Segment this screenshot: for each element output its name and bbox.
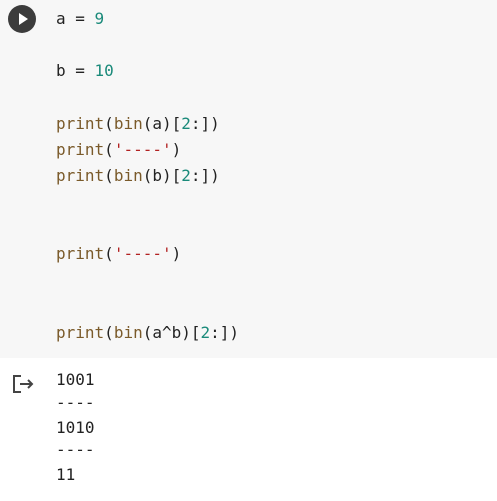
code-line: print('----') (56, 243, 181, 265)
code-token: :]) (190, 166, 220, 185)
output-line: ---- (56, 393, 95, 412)
code-token: ( (104, 323, 114, 342)
code-token: 10 (94, 61, 114, 80)
code-token: b = (56, 61, 95, 80)
code-line: b = 10 (56, 60, 114, 82)
code-token: 9 (94, 9, 105, 28)
code-token: bin (113, 323, 143, 342)
run-cell-button[interactable] (8, 5, 36, 33)
cell-output: 1001 ---- 1010 ---- 11 (0, 358, 497, 501)
code-token: print (56, 244, 105, 263)
code-token: bin (113, 114, 143, 133)
code-token: print (56, 323, 105, 342)
code-token: ) (171, 140, 182, 159)
code-token: (a^b)[ (142, 323, 201, 342)
output-line: 1001 (56, 370, 95, 389)
output-line: ---- (56, 440, 95, 459)
code-token: '----' (113, 244, 172, 263)
output-line: 11 (56, 465, 76, 484)
code-token: :]) (210, 323, 240, 342)
code-token: 2 (181, 166, 191, 185)
code-token: ( (104, 244, 114, 263)
code-token: '----' (113, 140, 172, 159)
code-token: (b)[ (142, 166, 182, 185)
code-token: ( (104, 114, 114, 133)
code-cell[interactable]: a = 9 b = 10 print(bin(a)[2:]) print('--… (0, 0, 497, 358)
code-line: print(bin(a)[2:]) (56, 113, 220, 135)
code-token: ) (171, 244, 182, 263)
code-token: print (56, 140, 105, 159)
code-token: ( (104, 140, 114, 159)
code-token: ( (104, 166, 114, 185)
code-line: a = 9 (56, 8, 104, 30)
code-token: bin (113, 166, 143, 185)
code-token: a = (56, 9, 95, 28)
code-editor[interactable]: a = 9 b = 10 print(bin(a)[2:]) print('--… (56, 0, 486, 358)
play-icon (19, 13, 28, 25)
code-line: print(bin(a^b)[2:]) (56, 322, 239, 344)
output-line: 1010 (56, 418, 95, 437)
code-token: (a)[ (142, 114, 182, 133)
output-redirect-icon[interactable] (12, 374, 36, 394)
code-token: print (56, 114, 105, 133)
code-line: print('----') (56, 139, 181, 161)
code-token: 2 (181, 114, 191, 133)
code-line: print(bin(b)[2:]) (56, 165, 220, 187)
code-token: print (56, 166, 105, 185)
code-token: 2 (200, 323, 211, 342)
code-token: :]) (190, 114, 220, 133)
